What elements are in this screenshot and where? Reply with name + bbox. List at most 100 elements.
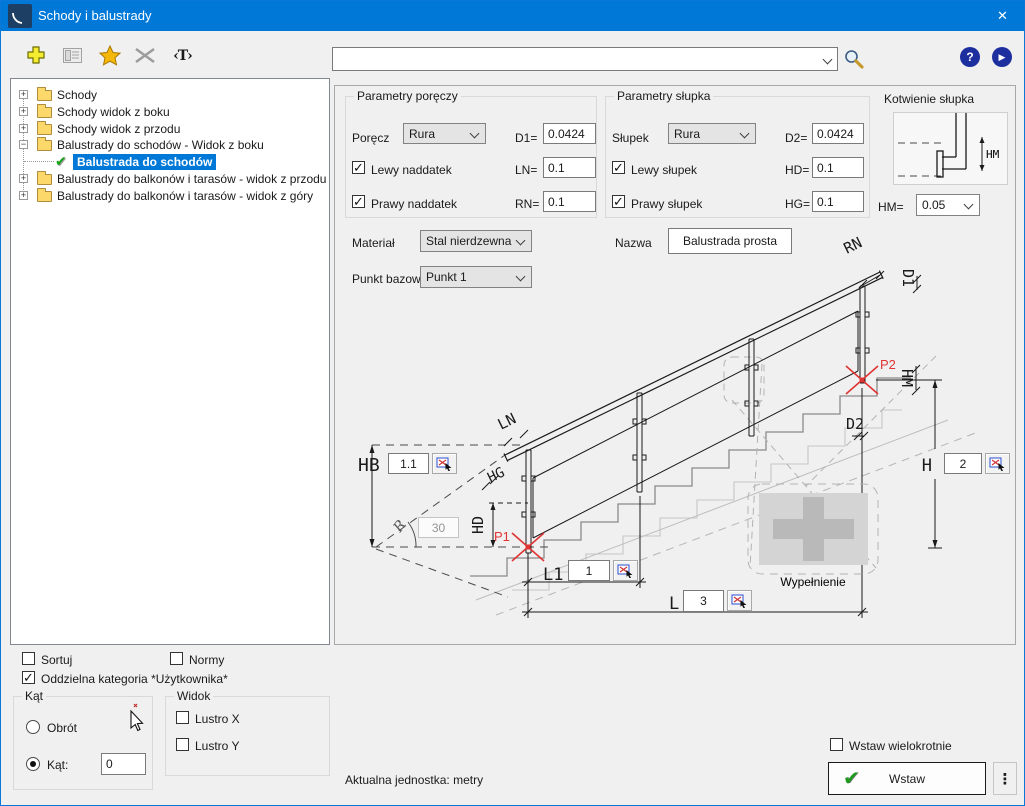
tree-item-label[interactable]: Balustrady do balkonów i tarasów - widok…	[57, 172, 326, 186]
ln-label: LN=	[515, 163, 537, 177]
tree-item-balustrady-schodow[interactable]: − Balustrady do schodów - Widok z boku	[11, 136, 329, 153]
hd-label: HD=	[785, 163, 809, 177]
angle-symbol: R	[390, 517, 410, 536]
l1-dim-label: L1	[543, 565, 563, 585]
l-dim-label: L	[669, 594, 679, 614]
hb-input[interactable]	[388, 453, 429, 474]
hm-dropdown[interactable]: 0.05	[916, 194, 980, 216]
chevron-down-icon	[470, 129, 480, 139]
insert-button[interactable]: ✔ Wstaw	[828, 762, 986, 795]
tree-item-balustrada-do-schodow[interactable]: ✔ Balustrada do schodów	[11, 153, 329, 170]
collapse-icon[interactable]: −	[19, 140, 28, 149]
dropdown-value: Rura	[674, 127, 700, 141]
tree-item-label[interactable]: Balustrady do schodów - Widok z boku	[57, 138, 264, 152]
handrail-type-dropdown[interactable]: Rura	[403, 123, 486, 144]
hb-pick-button[interactable]	[432, 453, 457, 474]
hg-input[interactable]	[812, 191, 864, 212]
delete-icon[interactable]	[133, 46, 156, 65]
tree-item-balustrady-balkonow-gora[interactable]: + Balustrady do balkonów i tarasów - wid…	[11, 187, 329, 204]
sort-label: Sortuj	[41, 653, 72, 667]
tree-item-schody-widok-z-boku[interactable]: + Schody widok z boku	[11, 103, 329, 120]
h-dim-label: H	[922, 456, 932, 476]
chevron-down-icon	[740, 129, 750, 139]
d2-input[interactable]	[812, 123, 864, 144]
p2-label: P2	[880, 357, 896, 372]
group-title: Parametry poręczy	[354, 89, 461, 103]
d1-input[interactable]	[543, 123, 596, 144]
help-icon[interactable]: ?	[960, 47, 980, 67]
d1-dim-label: D1	[899, 269, 917, 287]
group-title: Parametry słupka	[614, 89, 713, 103]
details-icon[interactable]	[62, 47, 82, 64]
tree-item-schody[interactable]: + Schody	[11, 86, 329, 103]
hm-dim-label: HM	[986, 148, 1000, 161]
anchor-group-title: Kotwienie słupka	[884, 92, 974, 106]
rotate-radio[interactable]	[26, 720, 40, 734]
expand-icon[interactable]: +	[19, 90, 28, 99]
mirror-x-checkbox[interactable]	[176, 711, 189, 724]
post-type-dropdown[interactable]: Rura	[668, 123, 756, 144]
h-input[interactable]	[944, 453, 982, 474]
folder-icon	[37, 90, 52, 101]
hb-dim-label: HB	[358, 455, 380, 476]
folder-icon	[37, 174, 52, 185]
angle-value-input[interactable]	[101, 753, 146, 775]
current-unit-text: Aktualna jednostka: metry	[345, 773, 483, 787]
right-post-checkbox[interactable]	[612, 195, 625, 208]
folder-icon	[37, 191, 52, 202]
anchor-diagram: HM	[893, 112, 1008, 185]
search-input[interactable]	[335, 50, 815, 68]
norms-label: Normy	[189, 653, 224, 667]
folder-icon	[37, 124, 52, 135]
rn-dim-label: RN	[841, 233, 865, 257]
angle-radio[interactable]	[26, 757, 40, 771]
handrail	[504, 271, 883, 462]
left-allowance-checkbox[interactable]	[352, 161, 365, 174]
more-options-button[interactable]: ⋮	[993, 762, 1017, 795]
l1-input[interactable]	[568, 560, 610, 581]
insert-multiple-checkbox[interactable]	[830, 738, 843, 751]
text-object-icon[interactable]: ‹T›	[168, 47, 198, 65]
l-pick-button[interactable]	[727, 590, 752, 611]
play-icon[interactable]: ▶	[992, 47, 1012, 67]
expand-icon[interactable]: +	[19, 124, 28, 133]
hg-label: HG=	[785, 197, 810, 211]
fill-placeholder	[748, 484, 878, 574]
dialog-window: Schody i balustrady ✕ ‹T› ? ▶ + Schody	[0, 0, 1025, 806]
expand-icon[interactable]: +	[19, 107, 28, 116]
rn-input[interactable]	[543, 191, 596, 212]
h-pick-button[interactable]	[985, 453, 1010, 474]
search-icon[interactable]	[842, 47, 866, 71]
expand-icon[interactable]: +	[19, 191, 28, 200]
mirror-y-checkbox[interactable]	[176, 738, 189, 751]
right-allowance-label: Prawy naddatek	[371, 197, 457, 211]
favorite-star-icon[interactable]	[98, 44, 121, 66]
h-dimension	[876, 380, 942, 548]
tree-item-label[interactable]: Schody	[57, 88, 97, 102]
chevron-down-icon[interactable]	[823, 55, 833, 65]
hd-input[interactable]	[812, 157, 864, 178]
hd-dim-label: HD	[469, 516, 487, 534]
left-post-checkbox[interactable]	[612, 161, 625, 174]
close-icon[interactable]: ✕	[980, 0, 1025, 31]
tree-item-label[interactable]: Balustrady do balkonów i tarasów - widok…	[57, 189, 313, 203]
sort-checkbox[interactable]	[22, 652, 35, 665]
ln-input[interactable]	[543, 157, 596, 178]
search-combobox[interactable]	[332, 47, 838, 71]
view-group: Widok Lustro X Lustro Y	[165, 696, 330, 776]
ln-dim-label: LN	[495, 409, 519, 433]
folder-icon	[37, 140, 52, 151]
tree-item-label-selected[interactable]: Balustrada do schodów	[73, 154, 216, 170]
l1-pick-button[interactable]	[613, 560, 638, 581]
expand-icon[interactable]: +	[19, 174, 28, 183]
ln-ticks	[504, 430, 528, 446]
add-icon[interactable]	[26, 45, 46, 65]
norms-checkbox[interactable]	[170, 652, 183, 665]
right-allowance-checkbox[interactable]	[352, 195, 365, 208]
l-input[interactable]	[683, 590, 724, 612]
tree-item-label[interactable]: Schody widok z boku	[57, 105, 170, 119]
tree-item-label[interactable]: Schody widok z przodu	[57, 122, 180, 136]
tree-item-balustrady-balkonow-przod[interactable]: + Balustrady do balkonów i tarasów - wid…	[11, 170, 329, 187]
separate-category-checkbox[interactable]	[22, 671, 35, 684]
tree-item-schody-widok-z-przodu[interactable]: + Schody widok z przodu	[11, 120, 329, 137]
